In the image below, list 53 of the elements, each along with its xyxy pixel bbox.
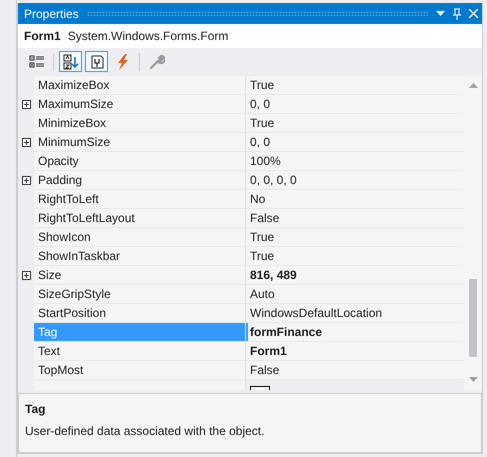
expand-icon[interactable] [22, 138, 30, 147]
property-value[interactable]: True [245, 247, 464, 266]
property-value[interactable]: 100% [245, 152, 464, 171]
sort-icon [62, 54, 78, 70]
property-name[interactable]: SizeGripStyle [34, 285, 245, 304]
property-value[interactable]: 0, 0 [245, 133, 464, 152]
property-page-button[interactable] [85, 51, 108, 72]
scrollbar[interactable] [464, 75, 482, 390]
property-value[interactable]: True [245, 76, 464, 95]
property-name[interactable]: ShowInTaskbar [34, 247, 245, 266]
property-value[interactable]: False [245, 209, 464, 228]
property-name[interactable]: StartPosition [34, 304, 245, 323]
property-value[interactable]: Auto [245, 285, 464, 304]
list-icon [28, 54, 44, 68]
sort-button[interactable] [59, 51, 82, 72]
property-name[interactable]: Opacity [34, 152, 245, 171]
property-name[interactable]: MaximumSize [34, 95, 245, 114]
property-value[interactable]: True [245, 228, 464, 247]
expand-icon[interactable] [22, 176, 30, 185]
property-name[interactable]: Padding [34, 171, 245, 190]
property-value[interactable]: 0, 0, 0, 0 [245, 171, 464, 190]
lightning-icon [116, 54, 128, 70]
property-value[interactable]: 816, 489 [245, 266, 464, 285]
close-icon[interactable] [469, 9, 478, 18]
expand-icon[interactable] [22, 271, 30, 280]
scroll-thumb[interactable] [469, 279, 477, 357]
property-value[interactable]: WindowsDefaultLocation [245, 304, 464, 323]
property-name[interactable]: RightToLeftLayout [34, 209, 245, 228]
property-value[interactable]: 0, 0 [245, 95, 464, 114]
pin-icon[interactable] [453, 8, 461, 20]
object-selector[interactable]: Form1 System.Windows.Forms.Form [18, 24, 482, 48]
property-name[interactable]: ShowIcon [34, 228, 245, 247]
expand-icon[interactable] [22, 100, 30, 109]
property-name[interactable]: TopMost [34, 361, 245, 380]
property-value[interactable]: No [245, 190, 464, 209]
property-name[interactable]: MinimumSize [34, 133, 245, 152]
description-title: Tag [25, 401, 46, 418]
wrench-icon [148, 54, 164, 70]
property-value[interactable]: Form1 [245, 342, 464, 361]
scroll-up-icon[interactable] [468, 83, 478, 88]
property-value[interactable]: False [245, 361, 464, 380]
panel-title: Properties [24, 6, 79, 22]
property-name[interactable]: RightToLeft [34, 190, 245, 209]
property-name[interactable]: Text [34, 342, 245, 361]
description-text: User-defined data associated with the object. [25, 423, 266, 440]
property-name[interactable]: MaximizeBox [34, 76, 245, 95]
scroll-down-icon[interactable] [468, 377, 478, 382]
property-name[interactable]: Size [34, 266, 245, 285]
property-value[interactable]: True [245, 114, 464, 133]
property-page-icon [88, 54, 104, 70]
property-name[interactable]: MinimizeBox [34, 114, 245, 133]
property-value[interactable]: formFinance [245, 323, 464, 342]
dropdown-caret-icon[interactable] [436, 11, 445, 16]
